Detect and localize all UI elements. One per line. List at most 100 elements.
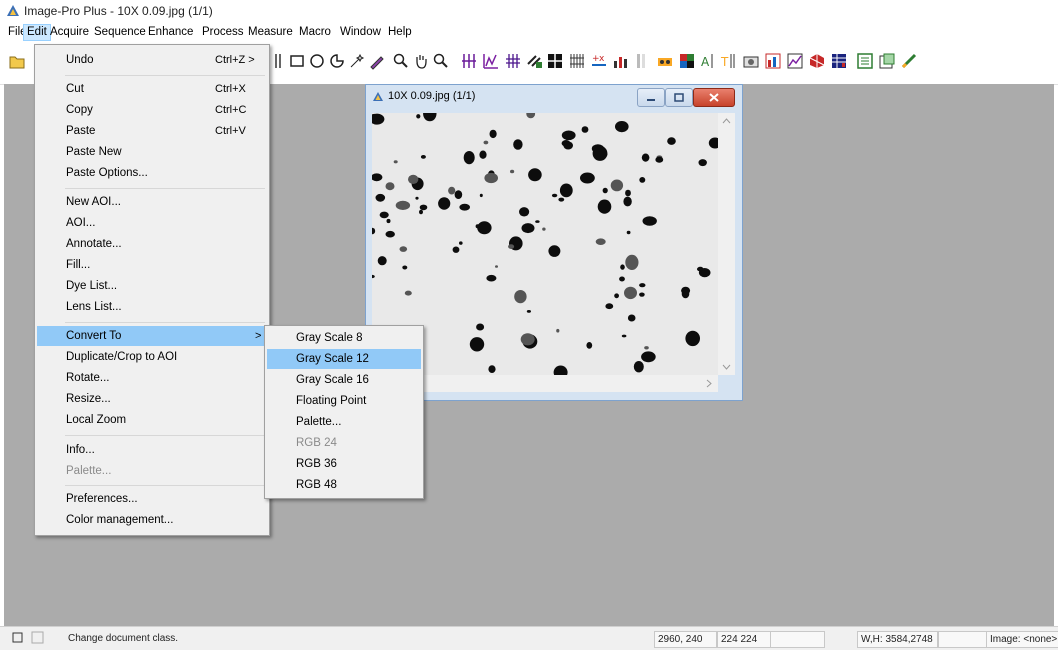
color-channel-icon[interactable] [678, 52, 696, 70]
open-folder-icon[interactable] [8, 52, 26, 70]
status-empty-field-2 [938, 631, 987, 648]
profile-icon[interactable]: T [720, 52, 738, 70]
pencil-icon[interactable] [368, 52, 386, 70]
menu-lens-list[interactable]: Lens List... [37, 297, 267, 317]
vertical-scrollbar[interactable] [718, 113, 735, 375]
submenu-rgb-24-label: RGB 24 [296, 437, 337, 449]
sequence-icon[interactable] [856, 52, 874, 70]
minimize-icon [647, 99, 655, 101]
menu-sequence[interactable]: Sequence [91, 25, 149, 40]
menu-cut[interactable]: Cut Ctrl+X [37, 79, 267, 99]
submenu-rgb-48-label: RGB 48 [296, 479, 337, 491]
menu-bar: File Edit Acquire Sequence Enhance Proce… [0, 22, 1058, 42]
magic-wand-icon[interactable] [348, 52, 366, 70]
measure-lines-icon[interactable] [460, 52, 478, 70]
menu-help[interactable]: Help [385, 25, 415, 40]
maximize-button[interactable] [665, 88, 693, 107]
pattern-icon[interactable] [526, 52, 544, 70]
macro-icon[interactable] [900, 52, 918, 70]
menu-resize[interactable]: Resize... [37, 389, 267, 409]
ellipse-tool-icon[interactable] [308, 52, 326, 70]
menu-resize-label: Resize... [66, 393, 111, 405]
menu-undo[interactable]: Undo Ctrl+Z > [37, 50, 267, 70]
menu-paste-options[interactable]: Paste Options... [37, 163, 267, 183]
3d-view-icon[interactable] [808, 52, 826, 70]
menu-duplicate-crop[interactable]: Duplicate/Crop to AOI [37, 347, 267, 367]
menu-aoi[interactable]: AOI... [37, 213, 267, 233]
submenu-gray-scale-8-label: Gray Scale 8 [296, 332, 363, 344]
status-empty-field [770, 631, 825, 648]
submenu-gray-scale-8[interactable]: Gray Scale 8 [267, 328, 421, 348]
zoom-out-icon[interactable] [432, 52, 450, 70]
menu-color-management-label: Color management... [66, 514, 174, 526]
chart-icon[interactable] [764, 52, 782, 70]
calibration-icon[interactable]: + x [590, 52, 608, 70]
menu-copy[interactable]: Copy Ctrl+C [37, 100, 267, 120]
status-pixel-value: 224 224 [717, 631, 772, 648]
menu-convert-to[interactable]: Convert To > [37, 326, 267, 346]
menu-fill-label: Fill... [66, 259, 91, 271]
document-title: 10X 0.09.jpg (1/1) [388, 90, 476, 102]
submenu-floating-point-label: Floating Point [296, 395, 367, 407]
menu-new-aoi[interactable]: New AOI... [37, 192, 267, 212]
menu-preferences[interactable]: Preferences... [37, 489, 267, 509]
separator [65, 485, 265, 486]
menu-annotate[interactable]: Annotate... [37, 234, 267, 254]
status-bar: Change document class. 2960, 240 224 224… [0, 626, 1058, 650]
submenu-rgb-36[interactable]: RGB 36 [267, 454, 421, 474]
text-align-icon[interactable]: A [700, 52, 718, 70]
menu-rotate[interactable]: Rotate... [37, 368, 267, 388]
menu-palette: Palette... [37, 461, 267, 481]
database-icon[interactable] [878, 52, 896, 70]
submenu-gray-scale-12-label: Gray Scale 12 [296, 353, 369, 365]
zoom-icon[interactable] [392, 52, 410, 70]
menu-cut-label: Cut [66, 83, 84, 95]
histogram-icon[interactable] [482, 52, 500, 70]
menu-enhance[interactable]: Enhance [145, 25, 196, 40]
grid-tool-icon[interactable] [568, 52, 586, 70]
threshold-icon[interactable] [546, 52, 564, 70]
menu-macro[interactable]: Macro [296, 25, 334, 40]
line-graph-icon[interactable] [786, 52, 804, 70]
submenu-rgb-48[interactable]: RGB 48 [267, 475, 421, 495]
menu-paste[interactable]: Paste Ctrl+V [37, 121, 267, 141]
submenu-floating-point[interactable]: Floating Point [267, 391, 421, 411]
submenu-gray-scale-16[interactable]: Gray Scale 16 [267, 370, 421, 390]
panel-icon[interactable] [632, 52, 650, 70]
menu-dye-list[interactable]: Dye List... [37, 276, 267, 296]
camera-icon[interactable] [742, 52, 760, 70]
menu-edit[interactable]: Edit [23, 24, 51, 41]
menu-window[interactable]: Window [337, 25, 384, 40]
grid-icon[interactable] [504, 52, 522, 70]
minimize-button[interactable] [637, 88, 665, 107]
menu-process[interactable]: Process [199, 25, 247, 40]
submenu-palette[interactable]: Palette... [267, 412, 421, 432]
maximize-icon [674, 93, 684, 102]
bar-chart-icon[interactable] [612, 52, 630, 70]
menu-color-management[interactable]: Color management... [37, 510, 267, 530]
overlay-icon[interactable] [656, 52, 674, 70]
menu-measure[interactable]: Measure [245, 25, 296, 40]
close-button[interactable] [693, 88, 735, 107]
separator [65, 75, 265, 76]
menu-preferences-label: Preferences... [66, 493, 138, 505]
close-icon [709, 93, 719, 102]
hand-icon[interactable] [412, 52, 430, 70]
menu-local-zoom-label: Local Zoom [66, 414, 127, 426]
menu-dye-list-label: Dye List... [66, 280, 118, 292]
app-logo-icon [7, 5, 19, 16]
convert-to-submenu: Gray Scale 8 Gray Scale 12 Gray Scale 16… [264, 325, 424, 499]
svg-text:T: T [720, 55, 729, 69]
menu-local-zoom[interactable]: Local Zoom [37, 410, 267, 430]
rectangle-tool-icon[interactable] [288, 52, 306, 70]
status-mode-icon[interactable] [12, 631, 46, 645]
irregular-tool-icon[interactable] [328, 52, 346, 70]
menu-paste-new[interactable]: Paste New [37, 142, 267, 162]
submenu-gray-scale-12[interactable]: Gray Scale 12 [267, 349, 421, 369]
menu-info[interactable]: Info... [37, 440, 267, 460]
window-title: Image-Pro Plus - 10X 0.09.jpg (1/1) [24, 4, 213, 18]
spreadsheet-icon[interactable] [830, 52, 848, 70]
menu-acquire[interactable]: Acquire [47, 25, 92, 40]
menu-cut-shortcut: Ctrl+X [215, 83, 246, 95]
menu-fill[interactable]: Fill... [37, 255, 267, 275]
